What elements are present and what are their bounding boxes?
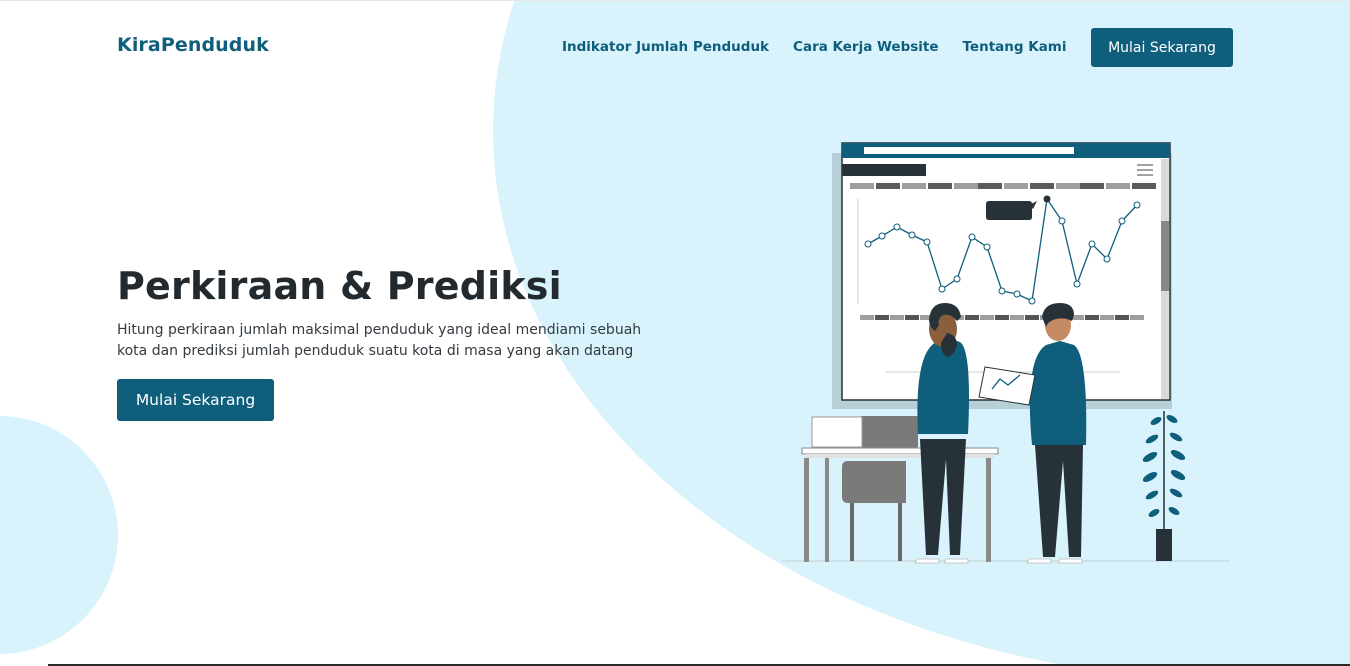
brand-logo[interactable]: KiraPenduduk <box>117 34 269 56</box>
hero-section: Perkiraan & Prediksi Hitung perkiraan ju… <box>117 263 657 421</box>
nav-links: Indikator Jumlah Penduduk Cara Kerja Web… <box>562 39 1067 55</box>
background-circle <box>0 416 118 654</box>
hero-start-button[interactable]: Mulai Sekarang <box>117 379 274 421</box>
analytics-dashboard-illustration <box>782 142 1230 564</box>
nav-link-tentang-kami[interactable]: Tentang Kami <box>963 39 1067 55</box>
nav-link-indikator[interactable]: Indikator Jumlah Penduduk <box>562 39 769 55</box>
hero-description: Hitung perkiraan jumlah maksimal pendudu… <box>117 322 642 359</box>
navbar: KiraPenduduk Indikator Jumlah Penduduk C… <box>0 1 1350 93</box>
nav-link-cara-kerja[interactable]: Cara Kerja Website <box>793 39 938 55</box>
nav-start-button[interactable]: Mulai Sekarang <box>1091 28 1233 67</box>
landing-page: KiraPenduduk Indikator Jumlah Penduduk C… <box>0 0 1350 666</box>
hero-title: Perkiraan & Prediksi <box>117 264 562 308</box>
